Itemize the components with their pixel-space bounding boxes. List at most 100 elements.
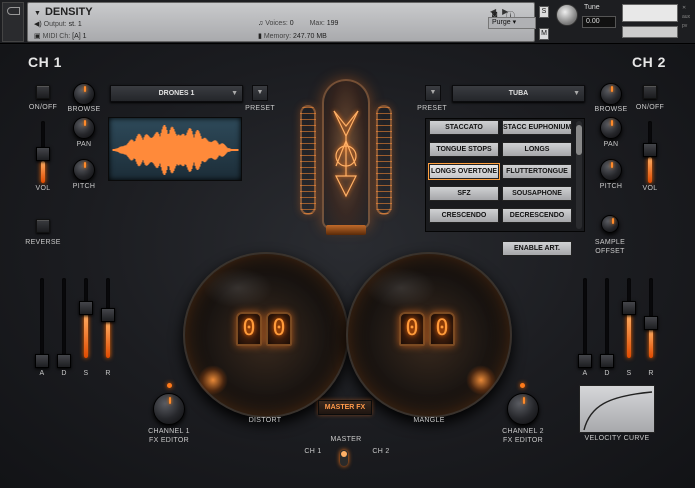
ch2-browse-knob[interactable]: [600, 83, 622, 105]
master-fx-button[interactable]: MASTER FX: [318, 400, 372, 415]
velocity-curve-graphic: [583, 391, 653, 431]
ch2-fx-led: [520, 383, 525, 388]
instrument-tool-button[interactable]: [2, 2, 24, 42]
ch1-adsr-slider-r[interactable]: [101, 308, 115, 323]
tune-label: Tune: [584, 4, 600, 11]
articulation-button[interactable]: DECRESCENDO: [502, 208, 572, 223]
ch1-pan-knob[interactable]: [73, 117, 95, 139]
ch1-fx-editor-knob[interactable]: [153, 393, 185, 425]
ch2-pan-knob[interactable]: [600, 117, 622, 139]
articulation-button[interactable]: FLUTTERTONGUE: [502, 164, 572, 179]
ch1-vol-fill: [41, 161, 45, 183]
voices-icon: ♫: [258, 20, 264, 27]
scrollbar-thumb[interactable]: [576, 125, 582, 155]
header-side-buttons[interactable]: ✕ aux pv: [682, 4, 693, 31]
nixie-tube-ornament: [322, 79, 370, 229]
instrument-info-panel: ▼ DENSITY ◀) Output: st. 1 ▣ MIDI Ch: [A]…: [27, 2, 535, 42]
articulation-button[interactable]: CRESCENDO: [429, 208, 499, 223]
ch2-adsr-fill: [627, 312, 631, 358]
ch1-adsr-fill: [106, 320, 110, 358]
ch2-pitch-knob[interactable]: [600, 159, 622, 181]
chevron-down-icon: ▼: [231, 90, 238, 97]
ch1-pan-label: PAN: [76, 141, 92, 148]
ch1-waveform-display[interactable]: [108, 117, 242, 181]
ch1-adsr-slider-a[interactable]: [35, 354, 49, 368]
ch1-adsr-label: S: [83, 370, 89, 377]
ch2-onoff-button[interactable]: [643, 85, 657, 99]
articulation-button[interactable]: STACCATO: [429, 120, 499, 135]
midi-channel-selector[interactable]: ▣ MIDI Ch: [A] 1: [34, 32, 87, 40]
ch1-reverse-button[interactable]: [36, 219, 50, 233]
distort-label: DISTORT: [248, 417, 282, 424]
ch1-preset-dropdown[interactable]: DRONES 1 ▼: [110, 85, 243, 102]
ch1-adsr-label: R: [105, 370, 111, 377]
mangle-digit-2: 0: [429, 312, 455, 346]
articulation-button[interactable]: STACC EUPHONIUM: [502, 120, 572, 135]
ch1-adsr-label: D: [61, 370, 67, 377]
ch1-adsr-slot: [40, 278, 44, 358]
ch1-reverse-label: REVERSE: [25, 239, 61, 246]
ch2-adsr-slider-a[interactable]: [578, 354, 592, 368]
left-coil-ornament: [300, 105, 316, 215]
ch2-preset-button[interactable]: ▼: [425, 85, 441, 101]
solo-button[interactable]: S: [539, 6, 549, 18]
ch1-preset-button[interactable]: ▼: [252, 85, 268, 101]
midi-icon: ▣: [34, 33, 41, 40]
ch2-browse-label: BROWSE: [594, 106, 628, 113]
ch2-adsr-label: A: [582, 370, 588, 377]
waveform-graphic: [112, 125, 239, 175]
articulation-button[interactable]: SOUSAPHONE: [502, 186, 572, 201]
articulation-button[interactable]: SFZ: [429, 186, 499, 201]
distort-digit-2: 0: [266, 312, 292, 346]
ch1-vol-slider[interactable]: [36, 147, 50, 162]
mute-button[interactable]: M: [539, 28, 549, 40]
ch2-preset-label: PRESET: [417, 105, 447, 112]
ch2-pan-label: PAN: [603, 141, 619, 148]
ch2-fx-editor-knob[interactable]: [507, 393, 539, 425]
mangle-digit-1: 0: [399, 312, 425, 346]
collapse-triangle-icon[interactable]: ▼: [34, 10, 41, 17]
ch1-adsr-label: A: [39, 370, 45, 377]
master-ch1-label: CH 1: [304, 448, 322, 455]
memory-icon: ▮: [258, 33, 262, 40]
velocity-curve-display[interactable]: [579, 385, 655, 433]
ch1-adsr-slider-s[interactable]: [79, 300, 93, 315]
ch1-fx-editor-label: CHANNEL 1 FX EDITOR: [148, 428, 190, 444]
ch2-adsr-slider-s[interactable]: [622, 300, 636, 315]
enable-articulations-button[interactable]: ENABLE ART.: [502, 241, 572, 256]
purge-dropdown[interactable]: Purge ▾: [488, 17, 536, 29]
ch2-onoff-label: ON/OFF: [635, 104, 665, 111]
ch1-onoff-button[interactable]: [36, 85, 50, 99]
ch2-preset-dropdown[interactable]: TUBA ▼: [452, 85, 585, 102]
pan-volume-slider[interactable]: [622, 26, 678, 38]
right-coil-ornament: [376, 105, 392, 215]
ch2-sample-offset-label: SAMPLE OFFSET: [594, 239, 626, 255]
instrument-panel: CH 1 ON/OFF BROWSE PAN PITCH VOL REVERSE…: [0, 45, 695, 488]
ch2-sample-offset-knob[interactable]: [601, 215, 619, 233]
velocity-curve-label: VELOCITY CURVE: [584, 435, 650, 442]
ch2-adsr-slider-r[interactable]: [644, 315, 658, 330]
ch1-adsr-fill: [84, 312, 88, 358]
ch1-fx-led: [167, 383, 172, 388]
ch1-pitch-knob[interactable]: [73, 159, 95, 181]
kontakt-instrument-header: ▼ DENSITY ◀) Output: st. 1 ▣ MIDI Ch: [A]…: [0, 0, 695, 44]
articulation-scrollbar[interactable]: [576, 121, 582, 229]
articulation-button[interactable]: TONGUE STOPS: [429, 142, 499, 157]
ch1-pitch-label: PITCH: [72, 183, 96, 190]
mangle-label: MANGLE: [413, 417, 445, 424]
tune-value[interactable]: 0.00: [582, 16, 616, 28]
articulation-button[interactable]: LONGS OVERTONE: [428, 163, 500, 180]
master-channel-switch[interactable]: [340, 450, 348, 466]
output-selector[interactable]: ◀) Output: st. 1: [34, 20, 82, 28]
distort-orb-glow: [198, 365, 228, 395]
ch1-browse-knob[interactable]: [73, 83, 95, 105]
ch2-adsr-slot: [605, 278, 609, 358]
tune-knob[interactable]: [556, 4, 578, 26]
articulation-button[interactable]: LONGS: [502, 142, 572, 157]
master-label: MASTER: [330, 436, 362, 443]
ch2-adsr-slider-d[interactable]: [600, 354, 614, 368]
ch1-adsr-slider-d[interactable]: [57, 354, 71, 368]
ch2-adsr-label: S: [626, 370, 632, 377]
wrench-icon: [7, 7, 20, 15]
ch2-vol-slider[interactable]: [643, 142, 657, 157]
